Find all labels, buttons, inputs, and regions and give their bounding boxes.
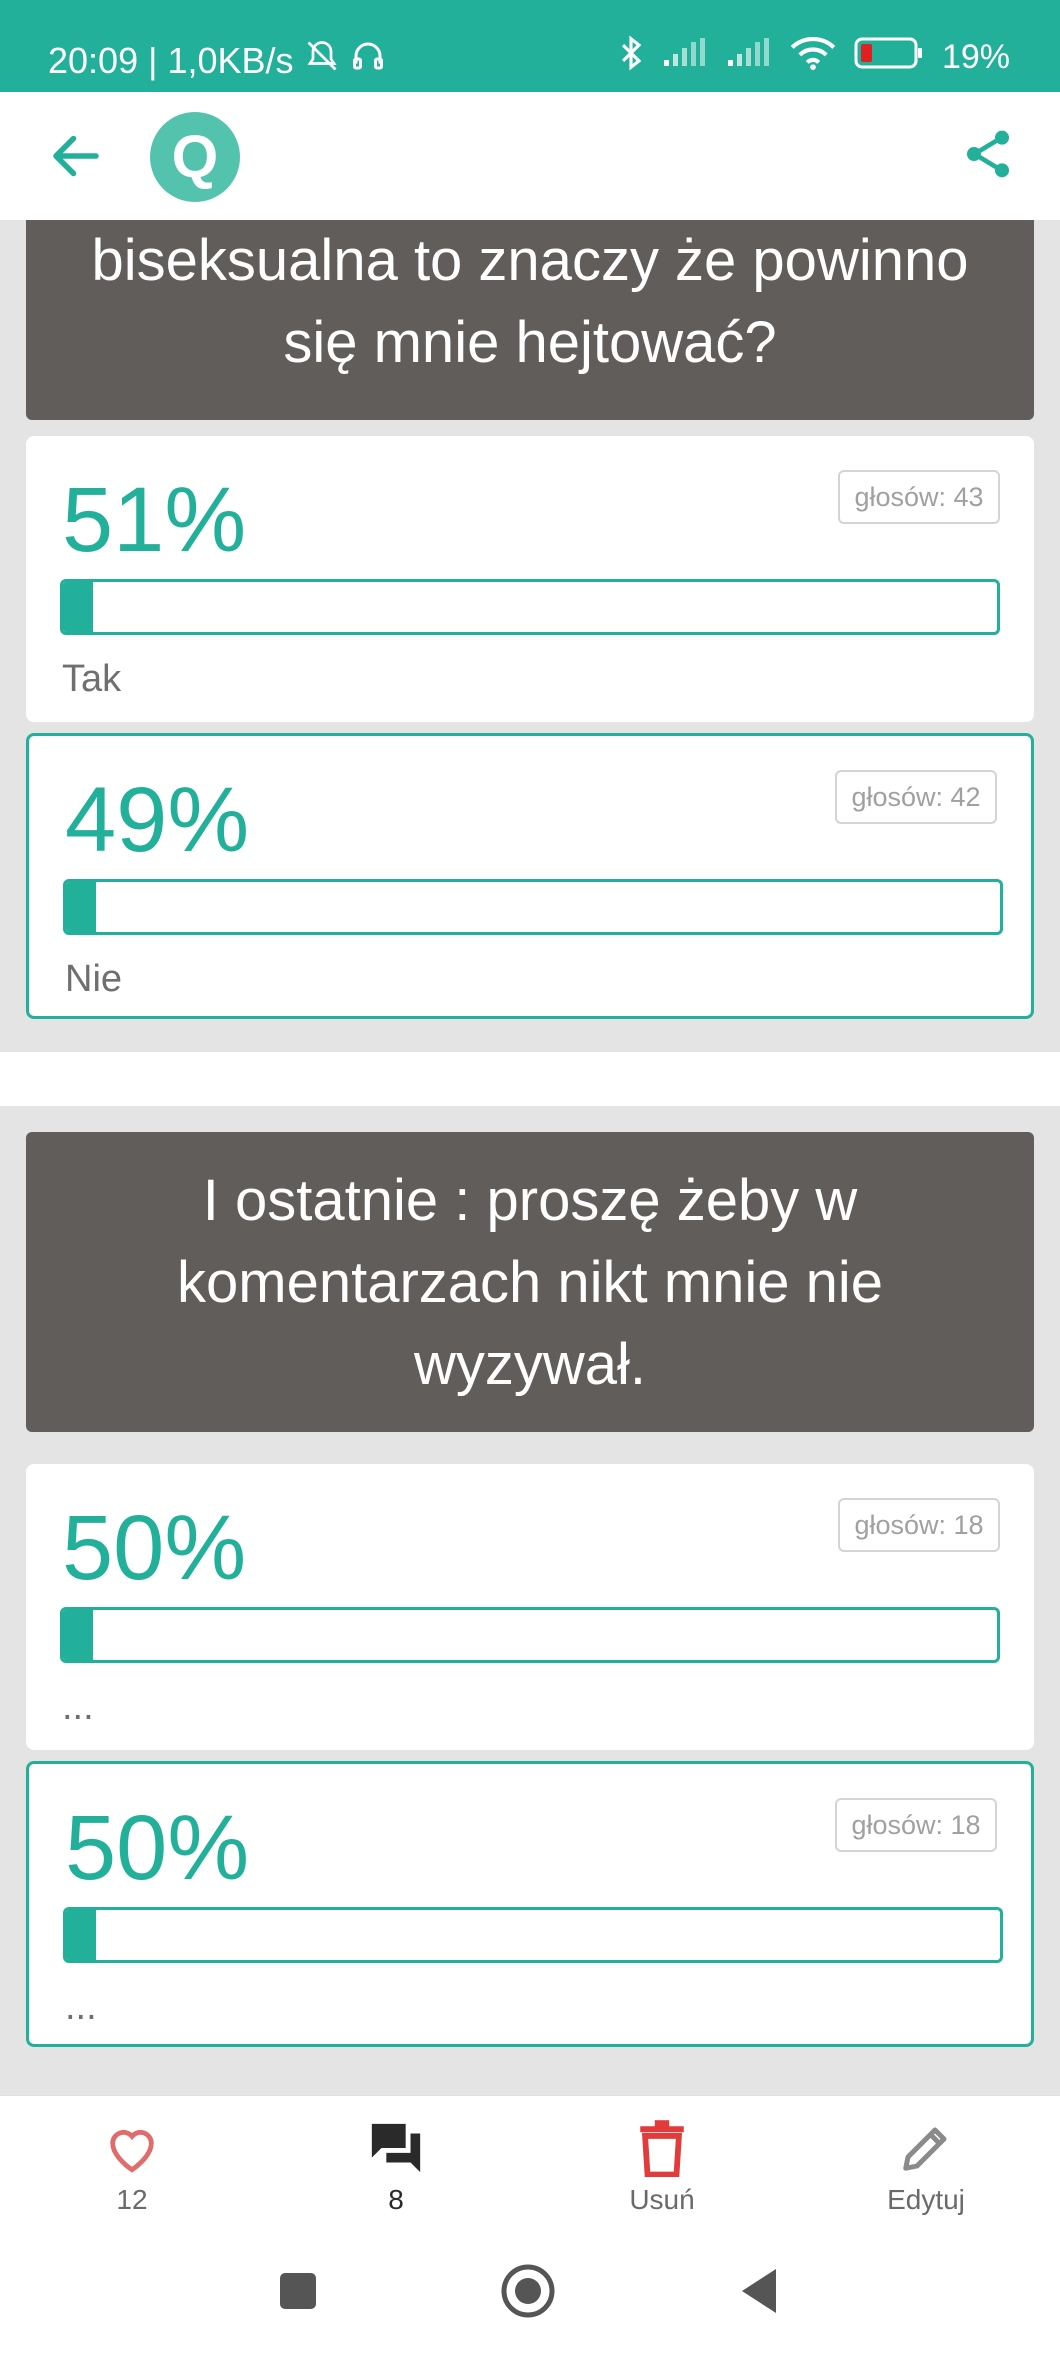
question-text: I ostatnie : proszę żeby w komentarzach … [26, 1132, 1034, 1432]
recents-icon[interactable] [268, 2261, 328, 2321]
answer-option[interactable]: 51% głosów: 43 Tak [26, 436, 1034, 722]
status-time: 20:09 [48, 39, 139, 81]
app-logo[interactable]: Q [150, 112, 240, 202]
poll-content: biseksualna to znaczy że powinno się mni… [0, 220, 1060, 2095]
home-icon[interactable] [498, 2261, 558, 2321]
battery-icon [854, 36, 924, 79]
answer-option[interactable]: 50% głosów: 18 ... [26, 1464, 1034, 1750]
back-arrow-icon[interactable] [46, 126, 106, 186]
answer-option-selected[interactable]: 49% głosów: 42 Nie [26, 733, 1034, 1019]
signal-icon [662, 38, 708, 77]
app-bar: Q [0, 92, 1060, 220]
answer-percent: 50% [62, 1497, 247, 1599]
progress-bar [60, 1607, 1000, 1663]
like-button[interactable]: 12 [32, 2116, 232, 2216]
signal-icon [726, 38, 772, 77]
answer-label: Nie [65, 958, 123, 1000]
edit-button[interactable]: Edytuj [826, 2116, 1026, 2216]
headphones-icon [350, 38, 386, 83]
heart-icon [32, 2116, 232, 2180]
progress-bar-fill [66, 1910, 96, 1960]
bell-off-icon [304, 38, 340, 83]
answer-percent: 50% [65, 1797, 250, 1899]
comments-button[interactable]: 8 [296, 2116, 496, 2216]
delete-button[interactable]: Usuń [562, 2116, 762, 2216]
trash-icon [562, 2116, 762, 2180]
answer-label: ... [62, 1686, 94, 1728]
answer-percent: 51% [62, 469, 247, 571]
progress-bar [63, 1907, 1003, 1963]
answer-label: Tak [62, 658, 122, 700]
action-bar: 12 8 Usuń Edytuj [0, 2095, 1060, 2225]
answer-percent: 49% [65, 769, 250, 871]
battery-percent: 19% [941, 38, 1010, 76]
progress-bar [63, 879, 1003, 935]
wifi-icon [790, 36, 836, 79]
progress-bar-fill [63, 582, 93, 632]
edit-label: Edytuj [887, 2184, 965, 2215]
progress-bar-fill [66, 882, 96, 932]
nav-back-icon[interactable] [730, 2261, 790, 2321]
status-bar: 20:09 | 1,0KB/s 19% [0, 0, 1060, 92]
section-divider [0, 1052, 1060, 1106]
answer-option-selected[interactable]: 50% głosów: 18 ... [26, 1761, 1034, 2047]
vote-count-badge: głosów: 42 [835, 770, 997, 824]
vote-count-badge: głosów: 18 [838, 1498, 1000, 1552]
question-text: biseksualna to znaczy że powinno się mni… [26, 220, 1034, 420]
bluetooth-icon [618, 34, 644, 81]
answer-label: ... [65, 1986, 97, 2028]
status-network-speed: | 1,0KB/s [148, 39, 294, 81]
progress-bar-fill [63, 1610, 93, 1660]
share-icon[interactable] [960, 126, 1020, 186]
vote-count-badge: głosów: 18 [835, 1798, 997, 1852]
pencil-icon [826, 2116, 1026, 2180]
delete-label: Usuń [629, 2184, 695, 2215]
progress-bar [60, 579, 1000, 635]
comment-count: 8 [388, 2184, 404, 2215]
like-count: 12 [116, 2184, 148, 2215]
comments-icon [296, 2116, 496, 2180]
system-nav-bar [0, 2225, 1060, 2355]
vote-count-badge: głosów: 43 [838, 470, 1000, 524]
